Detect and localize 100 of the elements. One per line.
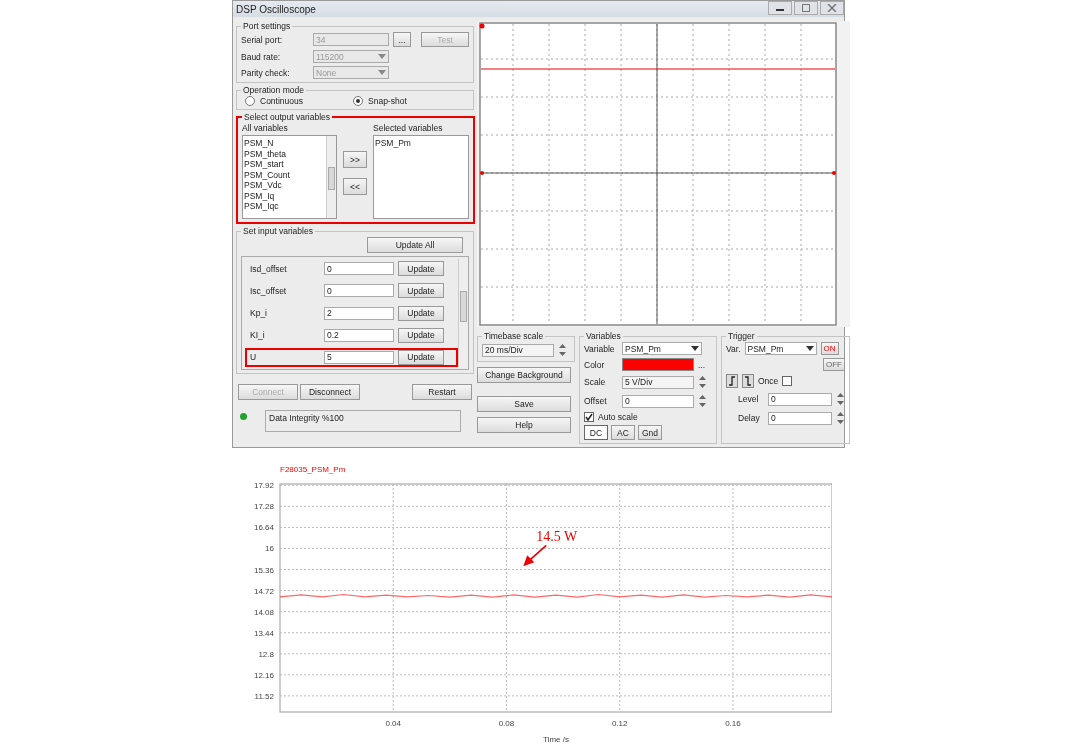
y-tick-label: 14.72 — [253, 586, 274, 596]
list-item[interactable]: PSM_N — [244, 138, 274, 149]
spinner-icon[interactable] — [558, 342, 567, 358]
action-button[interactable]: Restart — [412, 384, 472, 400]
spinner-icon[interactable] — [698, 393, 707, 409]
variable-name: Isc_offset — [250, 285, 288, 296]
update-button[interactable]: Update — [398, 327, 444, 343]
checkbox[interactable] — [584, 412, 594, 422]
list-item[interactable]: PSM_Pm — [375, 138, 411, 149]
field-label: Parity check: — [241, 67, 291, 78]
list-item[interactable]: PSM_Iq — [244, 190, 275, 201]
radio-button[interactable] — [245, 96, 255, 106]
list-item[interactable]: PSM_theta — [244, 148, 287, 159]
action-button[interactable]: Disconnect — [300, 384, 360, 400]
input-field[interactable]: 0 — [324, 284, 394, 298]
input-field[interactable]: 5 — [324, 350, 394, 364]
field-label: Variable — [584, 343, 616, 354]
x-axis-label: Time /s — [543, 735, 569, 744]
y-tick-label: 13.44 — [253, 628, 274, 638]
annotation-text: 14.5 W — [536, 529, 578, 545]
off-button[interactable]: OFF — [823, 358, 845, 371]
checkbox-label: Auto scale — [598, 412, 638, 422]
remove-button[interactable]: << — [343, 178, 367, 195]
update-all-button[interactable]: Update All — [367, 237, 463, 253]
update-button[interactable]: Update — [398, 349, 444, 365]
scale-field[interactable]: 5 V/Div — [622, 375, 694, 389]
list-item[interactable]: PSM_Count — [244, 169, 290, 180]
status-text: Data Integrity %100 — [269, 413, 344, 423]
minimize-icon[interactable] — [768, 1, 792, 15]
variable-name: KI_i — [250, 330, 266, 341]
input-field[interactable]: 2 — [324, 306, 394, 320]
group-title: Operation mode — [242, 85, 305, 95]
variable-name: Isd_offset — [250, 263, 288, 274]
field-label: Var. — [726, 343, 741, 354]
color-swatch[interactable] — [622, 358, 694, 371]
group-title: Variables — [585, 331, 622, 341]
field-label: Offset — [584, 396, 608, 406]
on-button[interactable]: ON — [820, 342, 839, 355]
level-field[interactable]: 0 — [768, 392, 832, 406]
browse-button[interactable]: ... — [393, 32, 411, 47]
input-field[interactable]: 0 — [324, 262, 394, 276]
x-tick-label: 0.16 — [725, 719, 741, 728]
y-tick-label: 15.36 — [253, 565, 274, 575]
input-field[interactable]: 0.2 — [324, 328, 394, 342]
falling-edge-icon[interactable] — [742, 374, 754, 388]
update-button[interactable]: Update — [398, 283, 444, 299]
update-button[interactable]: Update — [398, 305, 444, 321]
chart-title: F28035_PSM_Pm — [280, 465, 346, 474]
dropdown-arrow-icon[interactable] — [805, 346, 814, 351]
action-button[interactable]: Change Background — [477, 367, 571, 383]
y-tick-label: 17.28 — [253, 502, 274, 512]
annotation-arrow — [523, 544, 548, 567]
x-tick-label: 0.04 — [385, 719, 401, 728]
y-tick-label: 12.8 — [258, 649, 274, 659]
timebase-field[interactable]: 20 ms/Div — [482, 343, 554, 357]
spinner-icon[interactable] — [836, 410, 845, 426]
group-title: Port settings — [242, 21, 292, 31]
y-tick-label: 16.64 — [253, 523, 274, 533]
checkbox[interactable] — [782, 376, 793, 386]
radio-label: Snap-shot — [368, 96, 407, 106]
spinner-icon[interactable] — [836, 391, 845, 407]
radio-button[interactable] — [353, 96, 363, 106]
y-tick-label: 14.08 — [253, 607, 274, 617]
list-label: All variables — [242, 123, 289, 133]
coupling-button[interactable]: Gnd — [638, 425, 662, 440]
field-label: Serial port: — [241, 34, 284, 45]
y-tick-label: 16 — [265, 544, 274, 554]
list-label: Selected variables — [373, 123, 444, 133]
update-button[interactable]: Update — [398, 261, 444, 277]
add-button[interactable]: >> — [343, 151, 367, 168]
field-label: Scale — [584, 377, 607, 387]
scrollbar[interactable] — [326, 136, 336, 218]
x-tick-label: 0.08 — [498, 719, 515, 728]
delay-field[interactable]: 0 — [768, 411, 832, 425]
rising-edge-icon[interactable] — [726, 374, 738, 388]
window-title: DSP Oscilloscope — [236, 3, 316, 15]
radio-label: Continuous — [260, 96, 303, 106]
action-button[interactable]: Save — [477, 396, 571, 412]
field-label: Level — [737, 394, 760, 404]
spinner-icon[interactable] — [698, 374, 707, 390]
coupling-button[interactable]: AC — [611, 425, 635, 440]
list-item[interactable]: PSM_start — [244, 159, 284, 170]
variable-name: U — [250, 352, 258, 363]
list-item[interactable]: PSM_Vdc — [244, 180, 282, 191]
field-label: Baud rate: — [241, 51, 282, 62]
offset-field[interactable]: 0 — [622, 394, 694, 408]
coupling-button[interactable]: DC — [584, 425, 608, 440]
list-item[interactable]: PSM_Iqc — [244, 201, 279, 212]
action-button[interactable]: Help — [477, 417, 571, 433]
dropdown-arrow-icon[interactable] — [691, 346, 699, 351]
scrollbar[interactable] — [458, 259, 468, 367]
field-label: Color — [584, 359, 606, 370]
group-title: Select output variables — [243, 112, 331, 122]
variable-name: Kp_i — [250, 308, 268, 318]
field-label: Delay — [737, 413, 761, 423]
group-title: Trigger — [727, 331, 756, 341]
dropdown-field[interactable]: PSM_Pm — [744, 342, 817, 355]
color-picker-button[interactable]: ... — [698, 359, 706, 370]
dropdown-field[interactable]: PSM_Pm — [622, 342, 702, 355]
close-icon[interactable] — [820, 1, 844, 15]
